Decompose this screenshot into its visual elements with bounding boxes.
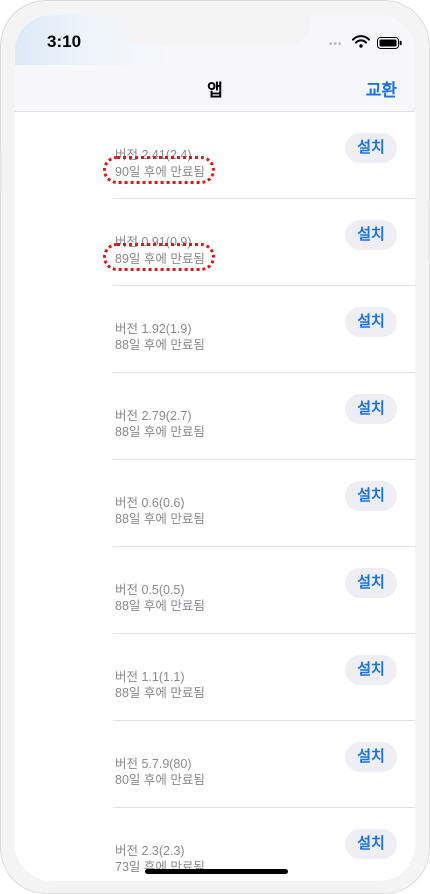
status-time: 3:10 [47,32,82,51]
battery-icon [377,36,402,54]
install-button[interactable]: 설치 [345,655,397,685]
install-button[interactable]: 설치 [345,568,397,598]
phone-frame: 3:10 ••• 앱 교환 버전 2.41(2.4) 90일 후에 만료됨 설치… [0,0,430,894]
install-button[interactable]: 설치 [345,220,397,250]
expiry-text: 90일 후에 만료됨 [103,156,215,184]
list-item: 버전 5.7.9(80) 80일 후에 만료됨 설치 [15,721,415,808]
app-screen: 3:10 ••• 앱 교환 버전 2.41(2.4) 90일 후에 만료됨 설치… [15,15,415,881]
expiry-text: 88일 후에 만료됨 [115,425,205,439]
signal-dots: ••• [329,39,343,50]
list-item: 버전 1.92(1.9) 88일 후에 만료됨 설치 [15,286,415,373]
home-indicator [145,869,288,874]
list-item: 버전 2.41(2.4) 90일 후에 만료됨 설치 [15,112,415,199]
expiry-text: 88일 후에 만료됨 [115,599,205,613]
install-button[interactable]: 설치 [345,742,397,772]
list-item: 버전 0.6(0.6) 88일 후에 만료됨 설치 [15,460,415,547]
status-bar: 3:10 ••• [15,15,415,65]
redeem-button[interactable]: 교환 [366,76,397,101]
install-button[interactable]: 설치 [345,481,397,511]
install-button[interactable]: 설치 [345,394,397,424]
list-item: 버전 0.5(0.5) 88일 후에 만료됨 설치 [15,547,415,634]
page-title: 앱 [207,81,223,100]
app-list: 버전 2.41(2.4) 90일 후에 만료됨 설치 버전 0.91(0.9) … [15,112,415,881]
notch [120,15,310,45]
expiry-text: 80일 후에 만료됨 [115,773,205,787]
install-button[interactable]: 설치 [345,133,397,163]
install-button[interactable]: 설치 [345,307,397,337]
expiry-text: 88일 후에 만료됨 [115,512,205,526]
expiry-text: 88일 후에 만료됨 [115,338,205,352]
list-item: 버전 1.1(1.1) 88일 후에 만료됨 설치 [15,634,415,721]
install-button[interactable]: 설치 [345,829,397,859]
list-item: 버전 0.91(0.9) 89일 후에 만료됨 설치 [15,199,415,286]
navigation-bar: 앱 교환 [15,65,415,112]
wifi-icon [352,35,370,53]
side-button [0,151,2,191]
expiry-text: 89일 후에 만료됨 [103,243,215,271]
list-item: 버전 2.79(2.7) 88일 후에 만료됨 설치 [15,373,415,460]
expiry-text: 88일 후에 만료됨 [115,686,205,700]
